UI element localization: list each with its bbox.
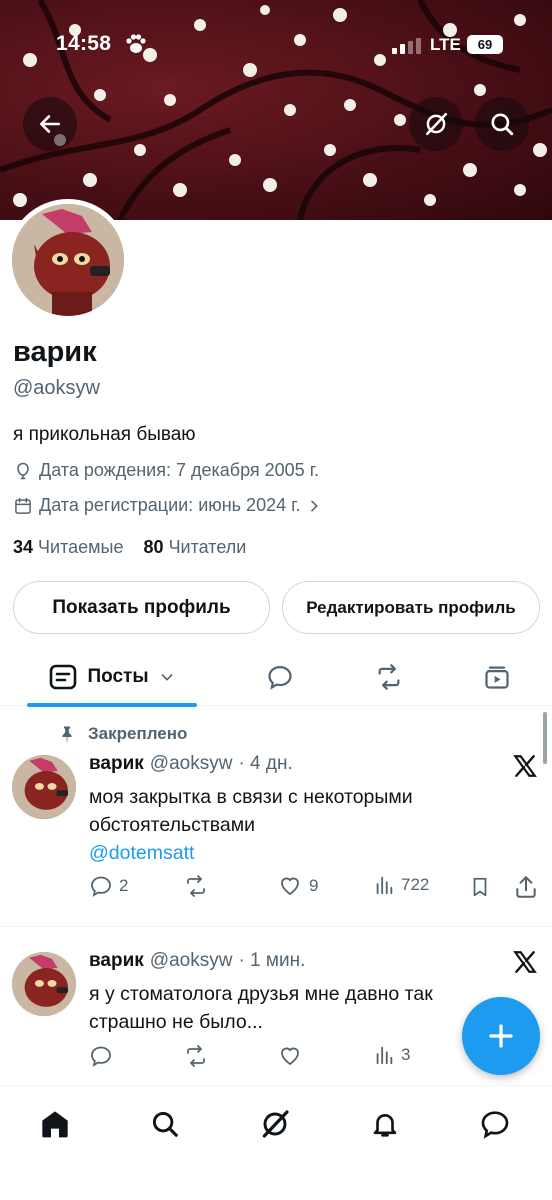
battery-indicator: 69 [467,35,503,54]
joined-text: Дата регистрации: июнь 2024 г. [39,495,301,515]
repost-icon [187,875,205,897]
home-icon [42,1111,68,1138]
post-text: я у стоматолога друзья мне давно так стр… [89,983,433,1033]
post[interactable]: варик @aoksyw · 1 мин. я у стоматолога д… [0,927,552,1085]
repost-button[interactable] [183,1044,215,1068]
following-link[interactable]: 34 Читаемые [13,537,124,557]
compose-button[interactable] [462,997,540,1075]
share-icon[interactable] [513,874,539,900]
nav-home[interactable] [33,1102,77,1146]
post-header: варик @aoksyw · 4 дн. [89,753,293,775]
tab-replies[interactable] [255,648,305,706]
profile-name: варик [13,336,97,368]
show-profile-button[interactable]: Показать профиль [13,581,270,634]
post-author-handle[interactable]: @aoksyw [150,950,233,972]
status-time: 14:58 [56,32,112,55]
profile-tabs: Посты [0,648,552,706]
network-type: LTE [430,35,461,54]
avatar-character-image [12,755,76,819]
views-button[interactable]: 3 [373,1044,410,1066]
post-author-handle[interactable]: @aoksyw [150,753,233,775]
heart-icon [281,1047,299,1066]
chevron-down-icon [161,674,173,681]
profile-avatar[interactable] [7,199,129,321]
profile-bio: я прикольная бываю [13,424,196,445]
heart-icon [281,877,299,896]
joined-row[interactable]: Дата регистрации: июнь 2024 г. [13,495,322,516]
bookmark-icon[interactable] [469,875,491,899]
message-icon [481,1111,509,1139]
grok-button[interactable] [409,97,463,151]
pinned-label-row: Закреплено [58,724,187,744]
pin-icon [62,726,72,742]
post-author-name[interactable]: варик [89,950,144,972]
nav-messages[interactable] [473,1102,517,1146]
birthday-text: Дата рождения: 7 декабря 2005 г. [39,460,320,480]
post-header: варик @aoksyw · 1 мин. [89,950,305,972]
status-bar: 14:58 LTE 69 [0,0,552,90]
avatar-character-image [12,952,76,1016]
reply-icon [268,665,292,690]
followers-link[interactable]: 80 Читатели [144,537,247,557]
nav-search[interactable] [143,1102,187,1146]
avatar-character-image [12,204,124,316]
arrow-left-icon [40,115,60,133]
grok-icon [426,112,448,136]
mention-link[interactable]: @dotemsatt [89,839,413,867]
search-button[interactable] [475,97,529,151]
post-actions: 2 9 722 [89,874,541,902]
nav-grok[interactable] [253,1102,297,1146]
reply-button[interactable] [89,1044,119,1068]
plus-icon [489,1024,513,1048]
nav-notifications[interactable] [363,1102,407,1146]
post-text: моя закрытка в связи с некоторыми обстоя… [89,783,413,867]
views-button[interactable]: 722 [373,874,429,896]
grok-icon [262,1110,289,1138]
back-button[interactable] [23,97,77,151]
balloon-icon [17,462,29,479]
like-button[interactable]: 9 [277,874,318,898]
birthday-row: Дата рождения: 7 декабря 2005 г. [13,460,319,481]
search-icon [152,1111,178,1137]
profile-handle: @aoksyw [13,377,100,399]
post-time: · 4 дн. [238,753,293,774]
tab-media[interactable] [472,648,522,706]
views-chart-icon [376,876,393,895]
calendar-icon [15,497,31,514]
active-tab-indicator [27,703,197,707]
profile-banner[interactable]: 14:58 LTE 69 [0,0,552,220]
repost-button[interactable] [183,874,215,898]
post-avatar[interactable] [12,755,76,819]
pinned-label: Закреплено [88,724,188,743]
follow-stats: 34 Читаемые 80 Читатели [13,537,246,558]
reply-icon [91,1046,111,1067]
post-time: · 1 мин. [238,950,306,971]
post-avatar[interactable] [12,952,76,1016]
bottom-navigation [0,1085,552,1200]
pinned-post[interactable]: Закреплено варик @aoksyw · 4 дн. моя зак… [0,712,552,926]
reply-button[interactable]: 2 [89,874,128,898]
views-chart-icon [376,1046,393,1065]
signal-icon [392,38,421,54]
repost-icon [378,664,400,690]
tab-posts[interactable]: Посты [27,648,197,706]
video-icon [485,666,509,689]
reply-icon [91,876,111,897]
x-logo-icon[interactable] [512,949,538,975]
chevron-right-icon [311,500,319,511]
tab-reposts[interactable] [364,648,414,706]
repost-icon [187,1045,205,1067]
search-icon [491,113,514,136]
bell-icon [373,1114,397,1137]
paw-icon [126,34,146,53]
x-logo-icon[interactable] [512,753,538,779]
post-author-name[interactable]: варик [89,753,144,775]
edit-profile-button[interactable]: Редактировать профиль [282,581,540,634]
like-button[interactable] [277,1044,309,1068]
tab-posts-label: Посты [87,666,149,687]
posts-icon [50,664,77,690]
